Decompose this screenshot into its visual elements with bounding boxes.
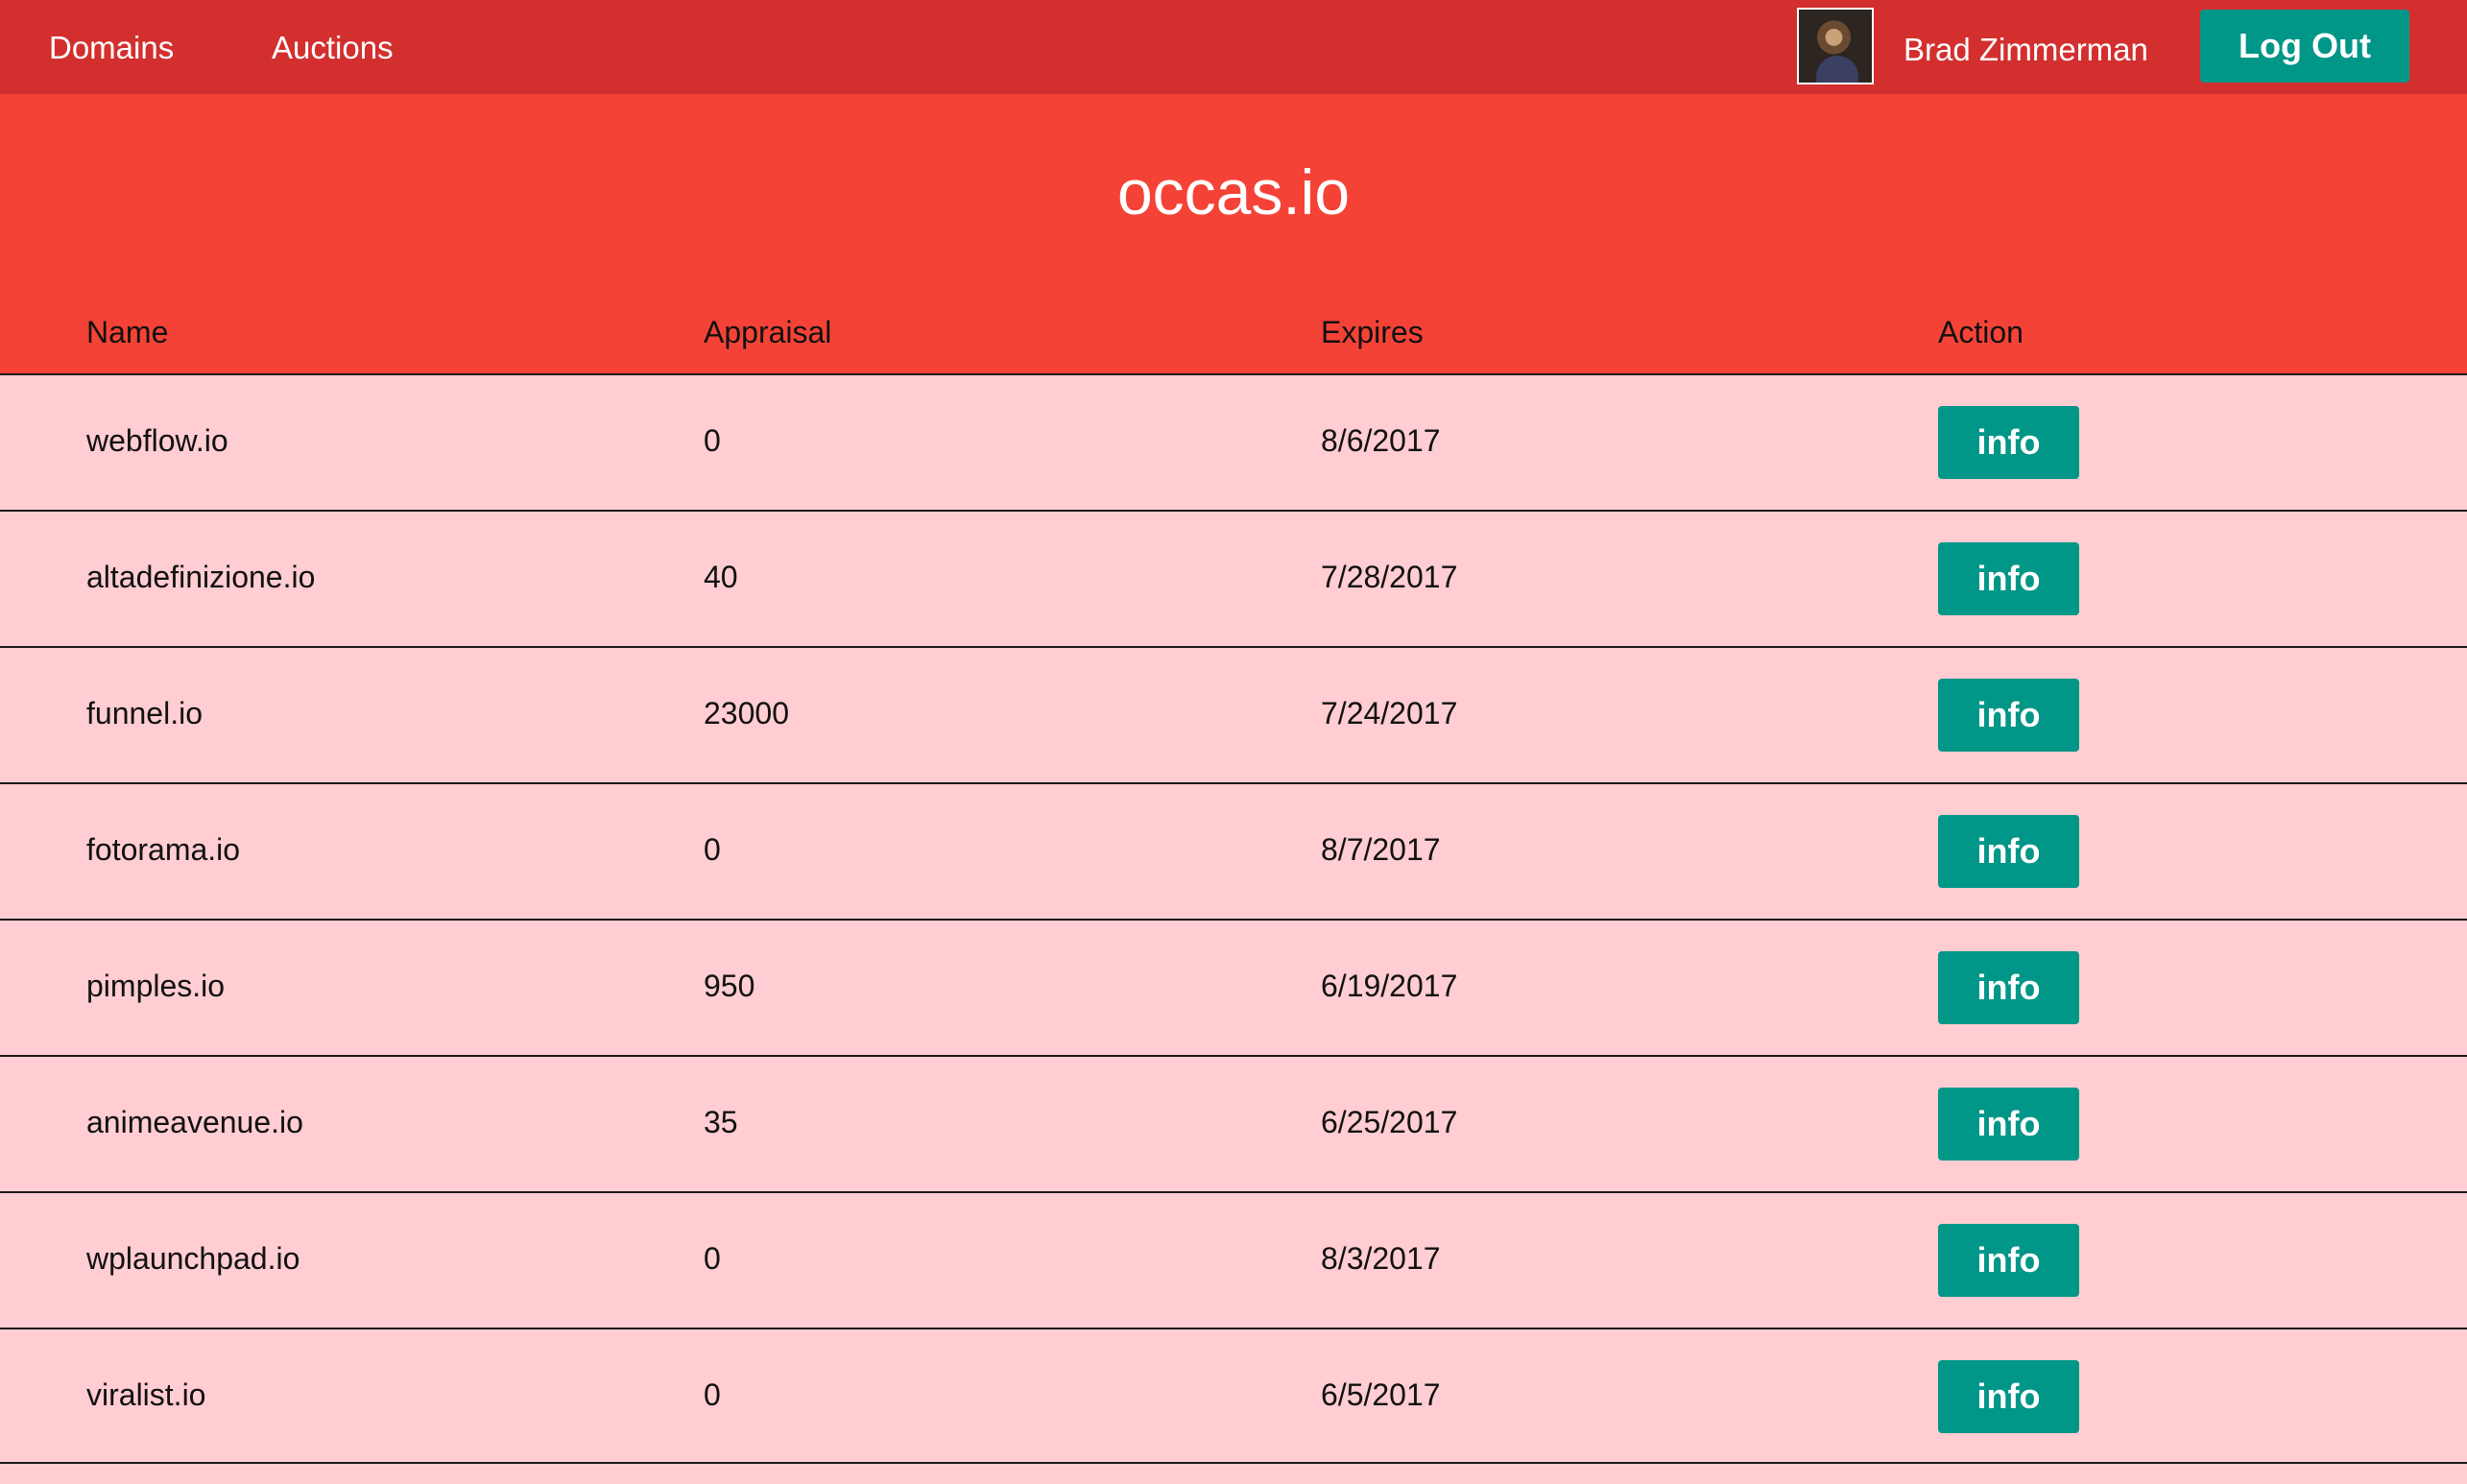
appraisal-cell: 0: [704, 423, 721, 458]
info-button[interactable]: info: [1938, 951, 2079, 1024]
expires-cell: 8/6/2017: [1321, 423, 1441, 458]
table-row: fotorama.io 0 8/7/2017 info: [0, 782, 2467, 919]
info-button[interactable]: info: [1938, 406, 2079, 479]
appraisal-cell: 0: [704, 1377, 721, 1412]
table-row: viralist.io 0 6/5/2017 info: [0, 1328, 2467, 1464]
table-row: pimples.io 950 6/19/2017 info: [0, 919, 2467, 1055]
expires-cell: 6/19/2017: [1321, 969, 1458, 1003]
domain-name-cell: webflow.io: [86, 423, 228, 458]
domain-name-cell: wplaunchpad.io: [86, 1241, 300, 1276]
domain-name-cell: fotorama.io: [86, 832, 241, 867]
domains-table: webflow.io 0 8/6/2017 info altadefinizio…: [0, 373, 2467, 1464]
info-button[interactable]: info: [1938, 815, 2079, 888]
avatar[interactable]: [1797, 8, 1874, 84]
info-button[interactable]: info: [1938, 1360, 2079, 1433]
table-row: webflow.io 0 8/6/2017 info: [0, 373, 2467, 510]
info-button[interactable]: info: [1938, 542, 2079, 615]
logout-button[interactable]: Log Out: [2200, 10, 2409, 83]
expires-cell: 6/5/2017: [1321, 1377, 1441, 1412]
appraisal-cell: 0: [704, 1241, 721, 1276]
info-button[interactable]: info: [1938, 679, 2079, 752]
table-row: wplaunchpad.io 0 8/3/2017 info: [0, 1191, 2467, 1328]
column-header-action: Action: [1938, 315, 2024, 349]
info-button[interactable]: info: [1938, 1224, 2079, 1297]
expires-cell: 8/7/2017: [1321, 832, 1441, 867]
expires-cell: 7/28/2017: [1321, 560, 1458, 594]
appraisal-cell: 40: [704, 560, 738, 594]
page-title: occas.io: [1116, 156, 1351, 227]
expires-cell: 6/25/2017: [1321, 1105, 1458, 1139]
expires-cell: 8/3/2017: [1321, 1241, 1441, 1276]
table-row: altadefinizione.io 40 7/28/2017 info: [0, 510, 2467, 646]
top-nav: Domains Auctions Brad Zimmerman Log Out: [0, 0, 2467, 94]
column-header-appraisal: Appraisal: [704, 315, 832, 349]
appraisal-cell: 950: [704, 969, 755, 1003]
domain-name-cell: pimples.io: [86, 969, 226, 1003]
domain-name-cell: animeavenue.io: [86, 1105, 303, 1139]
user-name: Brad Zimmerman: [1904, 32, 2148, 67]
table-row: animeavenue.io 35 6/25/2017 info: [0, 1055, 2467, 1191]
nav-link-auctions[interactable]: Auctions: [272, 29, 394, 67]
column-header-name: Name: [86, 315, 169, 349]
appraisal-cell: 35: [704, 1105, 738, 1139]
page-header: occas.io Name Appraisal Expires Action: [0, 94, 2467, 375]
column-header-expires: Expires: [1321, 315, 1424, 349]
table-row: funnel.io 23000 7/24/2017 info: [0, 646, 2467, 782]
expires-cell: 7/24/2017: [1321, 696, 1458, 730]
domain-name-cell: altadefinizione.io: [86, 560, 316, 594]
info-button[interactable]: info: [1938, 1088, 2079, 1161]
domain-name-cell: funnel.io: [86, 696, 203, 730]
appraisal-cell: 0: [704, 832, 721, 867]
nav-link-domains[interactable]: Domains: [49, 29, 174, 67]
domain-name-cell: viralist.io: [86, 1377, 206, 1412]
appraisal-cell: 23000: [704, 696, 789, 730]
